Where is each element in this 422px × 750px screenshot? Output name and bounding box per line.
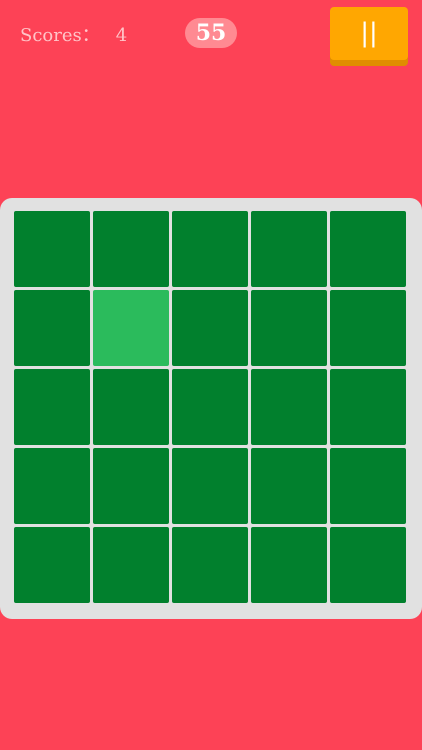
tile[interactable] bbox=[93, 211, 169, 287]
score-label: Scores： bbox=[20, 25, 100, 46]
tile[interactable] bbox=[93, 527, 169, 603]
tile[interactable] bbox=[330, 448, 406, 524]
tile[interactable] bbox=[251, 448, 327, 524]
tile[interactable] bbox=[93, 448, 169, 524]
tile[interactable] bbox=[14, 527, 90, 603]
tile[interactable] bbox=[172, 369, 248, 445]
tile[interactable] bbox=[172, 448, 248, 524]
game-board bbox=[0, 198, 422, 619]
tile[interactable] bbox=[172, 527, 248, 603]
tile[interactable] bbox=[330, 211, 406, 287]
tile[interactable] bbox=[14, 211, 90, 287]
tile[interactable] bbox=[93, 369, 169, 445]
tile[interactable] bbox=[14, 290, 90, 366]
tile[interactable] bbox=[330, 527, 406, 603]
tile[interactable] bbox=[251, 527, 327, 603]
tile[interactable] bbox=[251, 290, 327, 366]
tile[interactable] bbox=[172, 290, 248, 366]
tile[interactable] bbox=[251, 369, 327, 445]
tile[interactable] bbox=[14, 448, 90, 524]
timer-badge: 55 bbox=[185, 18, 237, 48]
score-display: Scores： 4 bbox=[20, 21, 127, 47]
tile[interactable] bbox=[251, 211, 327, 287]
tile[interactable] bbox=[172, 211, 248, 287]
tile[interactable] bbox=[14, 369, 90, 445]
tile-grid bbox=[14, 211, 408, 605]
pause-button[interactable]: || bbox=[330, 7, 408, 60]
odd-tile[interactable] bbox=[93, 290, 169, 366]
score-value: 4 bbox=[115, 25, 128, 46]
tile[interactable] bbox=[330, 369, 406, 445]
tile[interactable] bbox=[330, 290, 406, 366]
